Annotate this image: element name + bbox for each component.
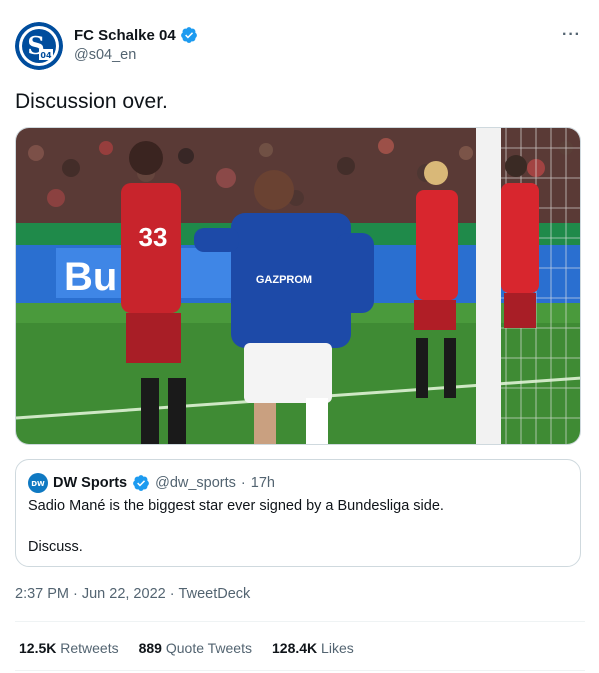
author-names: FC Schalke 04 @s04_en (74, 26, 198, 63)
divider (15, 670, 585, 671)
quote-tweets-label: Quote Tweets (165, 640, 252, 656)
divider (15, 621, 585, 622)
quoted-separator: · (240, 475, 246, 491)
more-options-icon[interactable]: ··· (562, 26, 581, 44)
meta-separator: · (169, 586, 175, 602)
quoted-time: 17h (250, 475, 275, 491)
svg-text:DW: DW (31, 480, 45, 488)
tweet-source[interactable]: TweetDeck (179, 586, 251, 602)
retweets-count: 12.5K (19, 640, 57, 656)
quoted-text-line1: Sadio Mané is the biggest star ever sign… (28, 498, 444, 514)
likes-count: 128.4K (272, 640, 318, 656)
retweets-label: Retweets (60, 640, 119, 656)
schalke-logo-icon: S 04 (15, 22, 63, 70)
meta-separator: · (73, 586, 78, 602)
quoted-handle: @dw_sports (155, 475, 236, 491)
tweet-text: Discussion over. (15, 90, 168, 113)
likes-label: Likes (321, 640, 354, 656)
verified-badge-icon (133, 475, 149, 491)
quote-tweets-stat[interactable]: 889 Quote Tweets (139, 640, 252, 656)
author-display-name[interactable]: FC Schalke 04 (74, 27, 176, 44)
tweet-photo[interactable]: Bu 33 GAZPROM (15, 127, 581, 445)
tweet-header: S 04 FC Schalke 04 @s04_en ··· (15, 22, 585, 72)
player-number-text: 33 (139, 222, 168, 252)
author-avatar[interactable]: S 04 (15, 22, 63, 70)
quoted-text-line2: Discuss. (28, 539, 83, 555)
football-photo: Bu 33 GAZPROM (16, 128, 580, 444)
author-handle[interactable]: @s04_en (74, 47, 198, 63)
quoted-tweet[interactable]: DW DW Sports @dw_sports · 17h Sadio Mané… (15, 459, 581, 567)
svg-text:04: 04 (40, 51, 52, 60)
ad-board-text: Bu (64, 255, 117, 299)
verified-badge-icon (180, 27, 197, 43)
dw-logo-icon: DW (28, 473, 48, 493)
jersey-sponsor-text: GAZPROM (256, 274, 312, 286)
likes-stat[interactable]: 128.4K Likes (272, 640, 354, 656)
retweets-stat[interactable]: 12.5K Retweets (19, 640, 119, 656)
quoted-display-name: DW Sports (53, 475, 128, 491)
tweet-time[interactable]: 2:37 PM (15, 586, 69, 602)
tweet-stats: 12.5K Retweets 889 Quote Tweets 128.4K L… (19, 640, 354, 656)
tweet-meta: 2:37 PM · Jun 22, 2022 · TweetDeck (15, 586, 250, 602)
quote-tweets-count: 889 (138, 640, 162, 656)
tweet-date[interactable]: Jun 22, 2022 (82, 586, 166, 602)
